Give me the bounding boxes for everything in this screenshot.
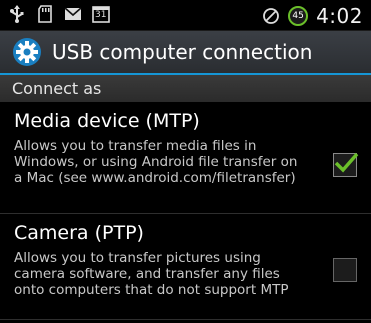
divider xyxy=(0,319,371,320)
no-signal-icon xyxy=(262,7,280,25)
page-title: USB computer connection xyxy=(52,40,313,64)
sd-card-icon xyxy=(36,5,54,23)
option-title: Media device (MTP) xyxy=(14,110,200,132)
mtp-checkbox[interactable] xyxy=(333,152,359,177)
calendar-day: 31 xyxy=(95,10,107,20)
usb-icon xyxy=(8,5,26,23)
ptp-checkbox[interactable] xyxy=(333,258,357,282)
option-description: Allows you to transfer pictures using ca… xyxy=(14,250,289,298)
clock: 4:02 xyxy=(316,4,363,28)
option-title: Camera (PTP) xyxy=(14,222,144,244)
gmail-icon xyxy=(64,5,82,23)
option-mtp[interactable]: Media device (MTP) Allows you to transfe… xyxy=(0,110,371,213)
calendar-icon: 31 xyxy=(92,5,110,23)
settings-gear-icon[interactable] xyxy=(12,37,42,67)
divider xyxy=(0,213,371,214)
title-bar: USB computer connection xyxy=(0,31,371,75)
option-ptp[interactable]: Camera (PTP) Allows you to transfer pict… xyxy=(0,222,371,319)
section-header: Connect as xyxy=(0,75,371,102)
battery-icon: 45 xyxy=(288,6,309,26)
status-bar: 31 45 4:02 xyxy=(0,0,371,31)
option-description: Allows you to transfer media files in Wi… xyxy=(14,138,298,186)
